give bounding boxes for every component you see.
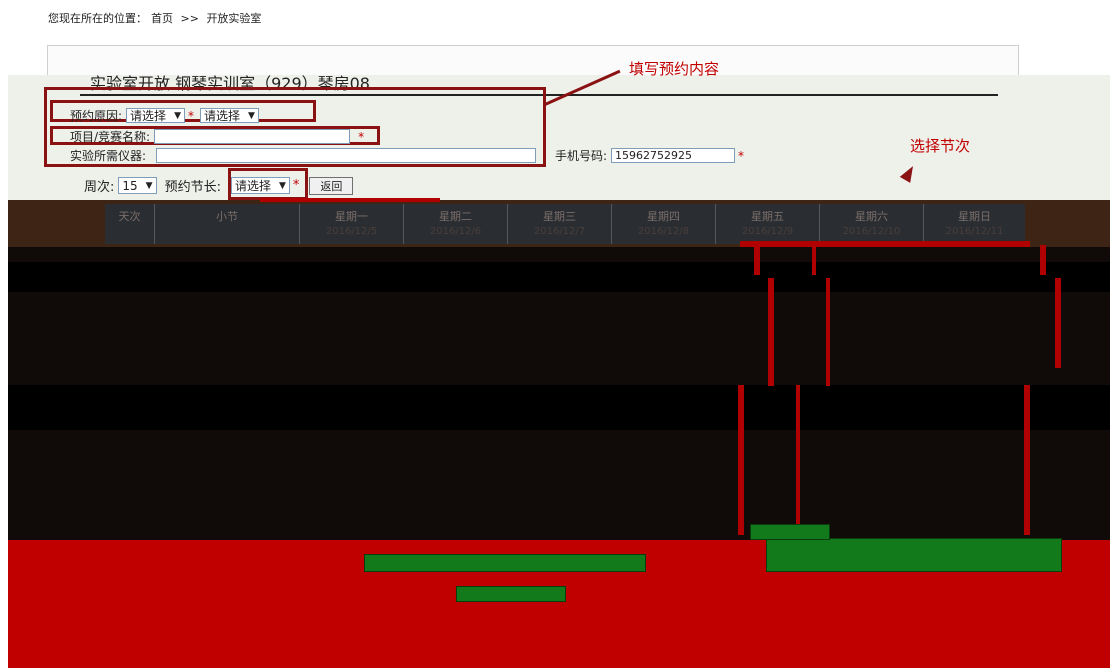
header-saturday: 星期六 2016/12/10 <box>820 204 924 244</box>
week-select[interactable]: 15 ▼ <box>118 177 157 194</box>
highlight-line <box>740 241 1030 247</box>
week-label: 周次: <box>84 180 115 195</box>
highlight-line <box>754 245 760 275</box>
week-select-value: 15 <box>122 178 138 193</box>
phone-label: 手机号码: <box>555 149 608 163</box>
footer-block <box>456 586 566 602</box>
annotation-select-section: 选择节次 <box>910 137 971 155</box>
instrument-input[interactable] <box>156 148 537 163</box>
reason-select-primary-value: 请选择 <box>130 109 167 123</box>
header-section: 小节 <box>155 204 300 244</box>
header-friday: 星期五 2016/12/9 <box>716 204 820 244</box>
breadcrumb-current: 开放实验室 <box>206 12 262 25</box>
header-monday: 星期一 2016/12/5 <box>300 204 404 244</box>
reason-select-secondary[interactable]: 请选择 ▼ <box>199 108 259 123</box>
required-mark: * <box>738 148 745 163</box>
chevron-down-icon: ▼ <box>174 110 181 121</box>
annotation-fill-content: 填写预约内容 <box>629 60 720 78</box>
breadcrumb: 您现在所在的位置： 首页 >> 开放实验室 <box>48 10 265 26</box>
annotation-arrow-select <box>260 198 440 202</box>
project-name-input[interactable] <box>154 129 351 144</box>
length-select[interactable]: 请选择 ▼ <box>230 177 290 194</box>
length-select-value: 请选择 <box>234 179 271 193</box>
project-row: 项目/竞赛名称: * <box>70 128 364 145</box>
required-mark: * <box>358 129 365 144</box>
instrument-label: 实验所需仪器: <box>70 149 147 163</box>
instrument-row: 实验所需仪器: <box>70 147 537 164</box>
highlight-line <box>1024 385 1030 535</box>
highlight-line <box>826 278 830 386</box>
highlight-line <box>1055 278 1061 368</box>
highlight-line <box>738 385 744 535</box>
chevron-down-icon: ▼ <box>279 180 286 191</box>
reason-select-secondary-value: 请选择 <box>203 109 240 123</box>
breadcrumb-home-link[interactable]: 首页 <box>151 12 173 25</box>
grid-row-band <box>8 385 1110 430</box>
reason-select-primary[interactable]: 请选择 ▼ <box>126 108 185 123</box>
header-sunday: 星期日 2016/12/11 <box>945 210 1004 237</box>
footer-block <box>364 554 646 572</box>
grid-row-band <box>8 262 1110 292</box>
header-thursday: 星期四 2016/12/8 <box>612 204 716 244</box>
required-mark: * <box>187 108 194 123</box>
back-button[interactable]: 返回 <box>309 176 354 195</box>
phone-row: 手机号码: * <box>555 147 744 164</box>
reason-label: 预约原因: <box>70 109 123 123</box>
header-tuesday: 星期二 2016/12/6 <box>404 204 508 244</box>
reason-row: 预约原因: 请选择 ▼ * 请选择 ▼ <box>70 107 259 124</box>
header-day: 天次 <box>105 204 155 244</box>
breadcrumb-prefix: 您现在所在的位置： <box>48 12 147 25</box>
footer-block <box>766 538 1062 572</box>
required-mark: * <box>292 178 300 193</box>
project-label: 项目/竞赛名称: <box>70 130 151 144</box>
length-label: 预约节长: <box>164 180 221 195</box>
highlight-line <box>812 245 816 275</box>
chevron-down-icon: ▼ <box>145 180 153 191</box>
highlight-line <box>768 278 774 386</box>
header-wednesday: 星期三 2016/12/7 <box>508 204 612 244</box>
footer-block <box>750 524 830 540</box>
highlight-line <box>796 385 800 535</box>
phone-input[interactable] <box>611 148 736 163</box>
schedule-grid-header: 天次 小节 星期一 2016/12/5 星期二 2016/12/6 星期三 2016/… <box>105 204 1025 244</box>
week-row: 周次: 15 ▼ 预约节长: 请选择 ▼ * 返回 <box>84 176 354 195</box>
chevron-down-icon: ▼ <box>248 110 255 121</box>
breadcrumb-separator: >> <box>180 12 199 25</box>
highlight-line <box>1040 245 1046 275</box>
